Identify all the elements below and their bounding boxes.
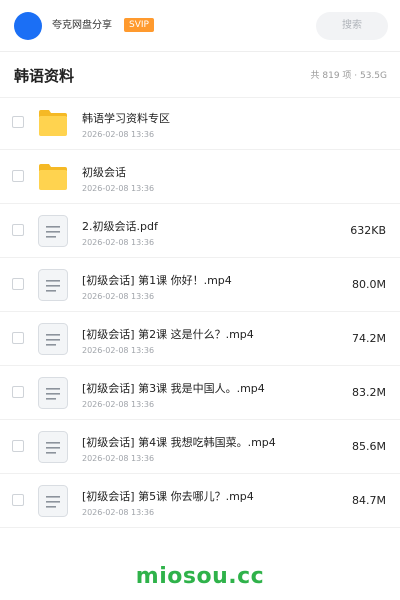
select-checkbox[interactable]: [12, 332, 24, 344]
item-date: 2026-02-08 13:36: [82, 346, 155, 355]
item-date: 2026-02-08 13:36: [82, 508, 155, 517]
item-date: 2026-02-08 13:36: [82, 130, 155, 139]
folder-icon: [38, 162, 68, 192]
item-size: 84.7M: [352, 494, 386, 507]
item-name: 2.初级会话.pdf: [82, 220, 158, 233]
item-size: 632KB: [350, 224, 386, 237]
select-checkbox[interactable]: [12, 494, 24, 506]
avatar[interactable]: [14, 12, 42, 40]
document-icon: [38, 215, 68, 247]
file-list: 韩语学习资料专区 2026-02-08 13:36 初级会话 2026-02-08 1…: [0, 96, 400, 528]
item-size: 83.2M: [352, 386, 386, 399]
document-icon: [38, 377, 68, 409]
folder-header: 韩语资料 共 819 项 · 53.5G: [0, 52, 400, 98]
select-checkbox[interactable]: [12, 170, 24, 182]
document-icon: [38, 485, 68, 517]
item-name: [初级会话] 第1课 你好！.mp4: [82, 274, 232, 287]
select-checkbox[interactable]: [12, 116, 24, 128]
item-name: 初级会话: [82, 166, 126, 179]
document-icon: [38, 431, 68, 463]
item-name: [初级会话] 第4课 我想吃韩国菜。.mp4: [82, 436, 276, 449]
watermark-text: miosou.cc: [135, 564, 265, 589]
select-checkbox[interactable]: [12, 386, 24, 398]
file-row[interactable]: [初级会话] 第5课 你去哪儿？.mp4 2026-02-08 13:36 84.7…: [0, 474, 400, 528]
folder-summary: 共 819 项 · 53.5G: [310, 71, 388, 81]
folder-row[interactable]: 初级会话 2026-02-08 13:36: [0, 150, 400, 204]
folder-row[interactable]: 韩语学习资料专区 2026-02-08 13:36: [0, 96, 400, 150]
select-checkbox[interactable]: [12, 440, 24, 452]
svip-badge: SVIP: [124, 18, 154, 32]
item-name: [初级会话] 第3课 我是中国人。.mp4: [82, 382, 265, 395]
item-date: 2026-02-08 13:36: [82, 238, 155, 247]
page-title: 韩语资料: [14, 67, 75, 85]
item-size: 85.6M: [352, 440, 386, 453]
item-size: 74.2M: [352, 332, 386, 345]
document-icon: [38, 323, 68, 355]
item-date: 2026-02-08 13:36: [82, 292, 155, 301]
file-row[interactable]: [初级会话] 第4课 我想吃韩国菜。.mp4 2026-02-08 13:36 85…: [0, 420, 400, 474]
item-size: 80.0M: [352, 278, 386, 291]
item-name: [初级会话] 第2课 这是什么？.mp4: [82, 328, 254, 341]
file-row[interactable]: 2.初级会话.pdf 2026-02-08 13:36 632KB: [0, 204, 400, 258]
file-row[interactable]: [初级会话] 第3课 我是中国人。.mp4 2026-02-08 13:36 83.…: [0, 366, 400, 420]
select-checkbox[interactable]: [12, 224, 24, 236]
top-bar: 夸克网盘分享 SVIP 搜索: [0, 0, 400, 52]
folder-icon: [38, 108, 68, 138]
file-row[interactable]: [初级会话] 第2课 这是什么？.mp4 2026-02-08 13:36 74.2…: [0, 312, 400, 366]
select-checkbox[interactable]: [12, 278, 24, 290]
item-date: 2026-02-08 13:36: [82, 454, 155, 463]
item-name: 韩语学习资料专区: [82, 112, 170, 125]
file-row[interactable]: [初级会话] 第1课 你好！.mp4 2026-02-08 13:36 80.0M: [0, 258, 400, 312]
search-button[interactable]: 搜索: [316, 12, 388, 40]
item-date: 2026-02-08 13:36: [82, 400, 155, 409]
item-name: [初级会话] 第5课 你去哪儿？.mp4: [82, 490, 254, 503]
share-owner-name: 夸克网盘分享: [52, 20, 112, 31]
item-date: 2026-02-08 13:36: [82, 184, 155, 193]
document-icon: [38, 269, 68, 301]
